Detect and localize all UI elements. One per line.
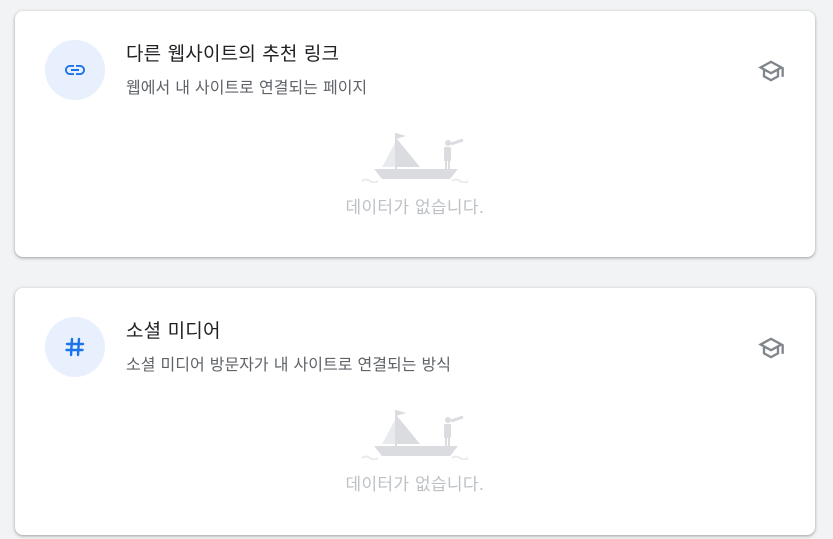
empty-state-text: 데이터가 없습니다. [345, 198, 485, 218]
school-icon [758, 337, 784, 359]
card-title: 다른 웹사이트의 추천 링크 [126, 43, 340, 65]
card-title: 소셜 미디어 [126, 320, 221, 342]
hashtag-icon [65, 337, 85, 357]
referrals-card: 다른 웹사이트의 추천 링크 웹에서 내 사이트로 연결되는 페이지 데이터가 … [15, 11, 815, 257]
school-icon [758, 60, 784, 82]
hashtag-icon-badge [45, 317, 105, 377]
empty-state-boat-illustration [361, 133, 469, 183]
learn-more-button[interactable] [755, 55, 787, 87]
learn-more-button[interactable] [755, 332, 787, 364]
empty-state-boat-illustration [361, 410, 469, 460]
link-icon [65, 65, 85, 75]
social-media-card: 소셜 미디어 소셜 미디어 방문자가 내 사이트로 연결되는 방식 데이터가 없… [15, 288, 815, 535]
link-icon-badge [45, 40, 105, 100]
card-subtitle: 웹에서 내 사이트로 연결되는 페이지 [126, 78, 368, 97]
card-subtitle: 소셜 미디어 방문자가 내 사이트로 연결되는 방식 [126, 355, 451, 374]
empty-state-text: 데이터가 없습니다. [345, 475, 485, 495]
